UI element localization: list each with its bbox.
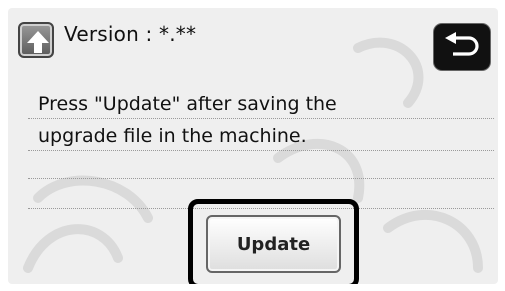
- return-arrow-icon: [445, 32, 479, 56]
- instruction-message: Press "Update" after saving the upgrade …: [38, 93, 337, 147]
- back-button[interactable]: [434, 24, 490, 70]
- update-button[interactable]: Update: [206, 215, 341, 273]
- up-button[interactable]: [18, 22, 54, 58]
- divider-line: [28, 118, 494, 119]
- up-arrow-icon: [27, 31, 49, 53]
- version-text: Version : *.**: [64, 22, 197, 46]
- divider-line: [28, 178, 494, 179]
- divider-line: [28, 150, 494, 151]
- machine-screen: Version : *.** Press "Update" after savi…: [8, 8, 498, 284]
